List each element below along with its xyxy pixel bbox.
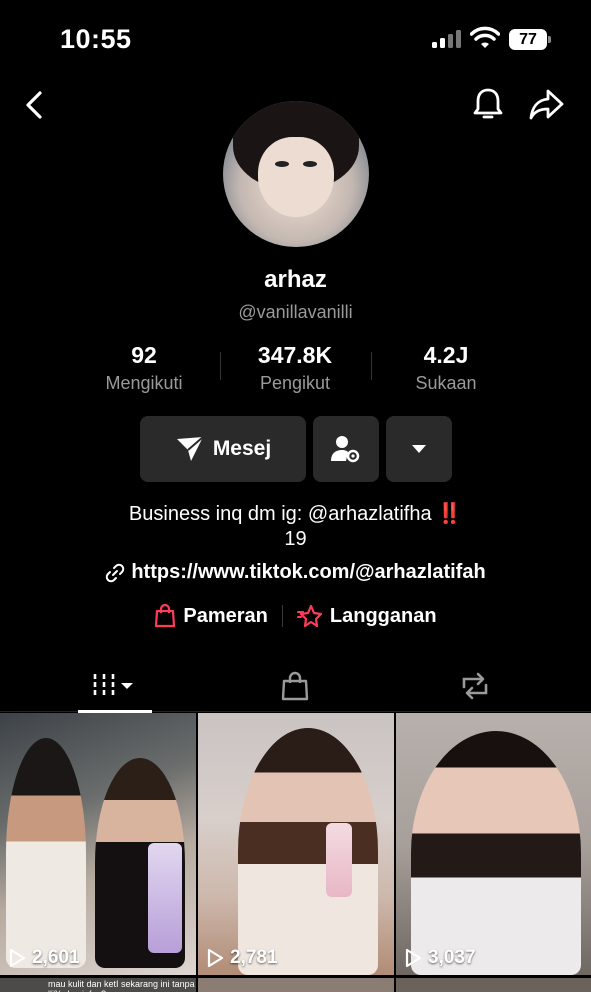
view-count: 2,781 xyxy=(206,947,278,969)
tab-reposts[interactable] xyxy=(450,660,500,712)
shop-links: Pameran Langganan xyxy=(0,604,591,628)
stat-followers[interactable]: 347.8K Pengikut xyxy=(220,342,370,394)
profile-handle: @vanillavanilli xyxy=(238,302,353,322)
bio-line-1: Business inq dm ig: @arhazlatifha xyxy=(128,503,432,525)
showcase-link[interactable]: Pameran xyxy=(154,604,268,628)
showcase-label: Pameran xyxy=(183,604,268,627)
view-count-value: 3,037 xyxy=(428,947,476,968)
user-gear-icon xyxy=(331,436,360,463)
view-count: 3,037 xyxy=(404,947,476,969)
battery-level: 77 xyxy=(509,29,547,50)
content-tabs xyxy=(0,660,591,713)
subscription-star-icon xyxy=(296,604,323,628)
wifi-icon xyxy=(470,26,500,48)
view-count: 2,601 xyxy=(8,947,80,969)
stat-followers-label: Pengikut xyxy=(259,373,331,393)
shop-divider xyxy=(281,605,283,627)
caret-down-icon xyxy=(412,445,426,453)
stat-followers-value: 347.8K xyxy=(257,342,333,368)
status-bar: 10:55 77 xyxy=(0,0,591,80)
video-grid: 2,601 2,781 3,037 mau kulit dan ketI sek… xyxy=(0,713,591,992)
shopping-bag-icon xyxy=(155,604,176,628)
play-icon xyxy=(405,948,422,968)
message-button-label: Mesej xyxy=(212,437,272,460)
stat-following[interactable]: 92 Mengikuti xyxy=(69,342,219,394)
share-arrow-icon[interactable] xyxy=(528,86,564,122)
clock: 10:55 xyxy=(60,24,132,54)
view-count-value: 2,601 xyxy=(32,947,80,968)
subscription-link[interactable]: Langganan xyxy=(296,604,437,628)
grid-bars-icon xyxy=(93,674,133,698)
video-thumbnail[interactable]: 2,781 xyxy=(198,713,394,975)
message-button[interactable]: Mesej xyxy=(140,416,306,482)
battery-icon: 77 xyxy=(509,29,551,50)
stat-following-value: 92 xyxy=(131,342,157,368)
bio-link[interactable]: https://www.tiktok.com/@arhazlatifah xyxy=(0,561,591,584)
bio-line-2: 19 xyxy=(284,528,307,550)
avatar[interactable] xyxy=(223,101,369,247)
video-thumbnail[interactable] xyxy=(198,978,394,992)
shopping-bag-icon xyxy=(281,671,309,701)
video-thumbnail[interactable]: 2,601 xyxy=(0,713,196,975)
tab-videos[interactable] xyxy=(78,660,152,713)
subscription-label: Langganan xyxy=(329,604,437,627)
play-icon xyxy=(207,948,224,968)
bell-icon[interactable] xyxy=(470,86,506,122)
stat-following-label: Mengikuti xyxy=(105,373,183,393)
cellular-signal-icon xyxy=(432,30,461,48)
stat-likes-value: 4.2J xyxy=(423,342,469,368)
more-options-button[interactable] xyxy=(386,416,452,482)
video-thumbnail[interactable] xyxy=(396,978,591,992)
link-icon xyxy=(106,563,125,582)
video-thumbnail[interactable]: 3,037 xyxy=(396,713,591,975)
stat-likes[interactable]: 4.2J Sukaan xyxy=(371,342,521,394)
tab-shop[interactable] xyxy=(270,660,320,712)
double-exclamation-emoji: ‼️ xyxy=(437,503,463,525)
video-caption: mau kulit dan ketI sekarang ini tanpa ll… xyxy=(48,979,195,992)
friend-settings-button[interactable] xyxy=(313,416,379,482)
back-chevron-icon[interactable] xyxy=(18,87,54,123)
repost-icon xyxy=(462,672,488,700)
send-icon xyxy=(176,436,204,461)
bio-link-text: https://www.tiktok.com/@arhazlatifah xyxy=(131,561,486,583)
stat-likes-label: Sukaan xyxy=(415,373,477,393)
bio: Business inq dm ig: @arhazlatifha ‼️ 19 xyxy=(0,502,591,552)
play-icon xyxy=(9,948,26,968)
profile-name: arhaz xyxy=(264,266,327,293)
view-count-value: 2,781 xyxy=(230,947,278,968)
video-thumbnail[interactable]: mau kulit dan ketI sekarang ini tanpa ll… xyxy=(0,978,196,992)
